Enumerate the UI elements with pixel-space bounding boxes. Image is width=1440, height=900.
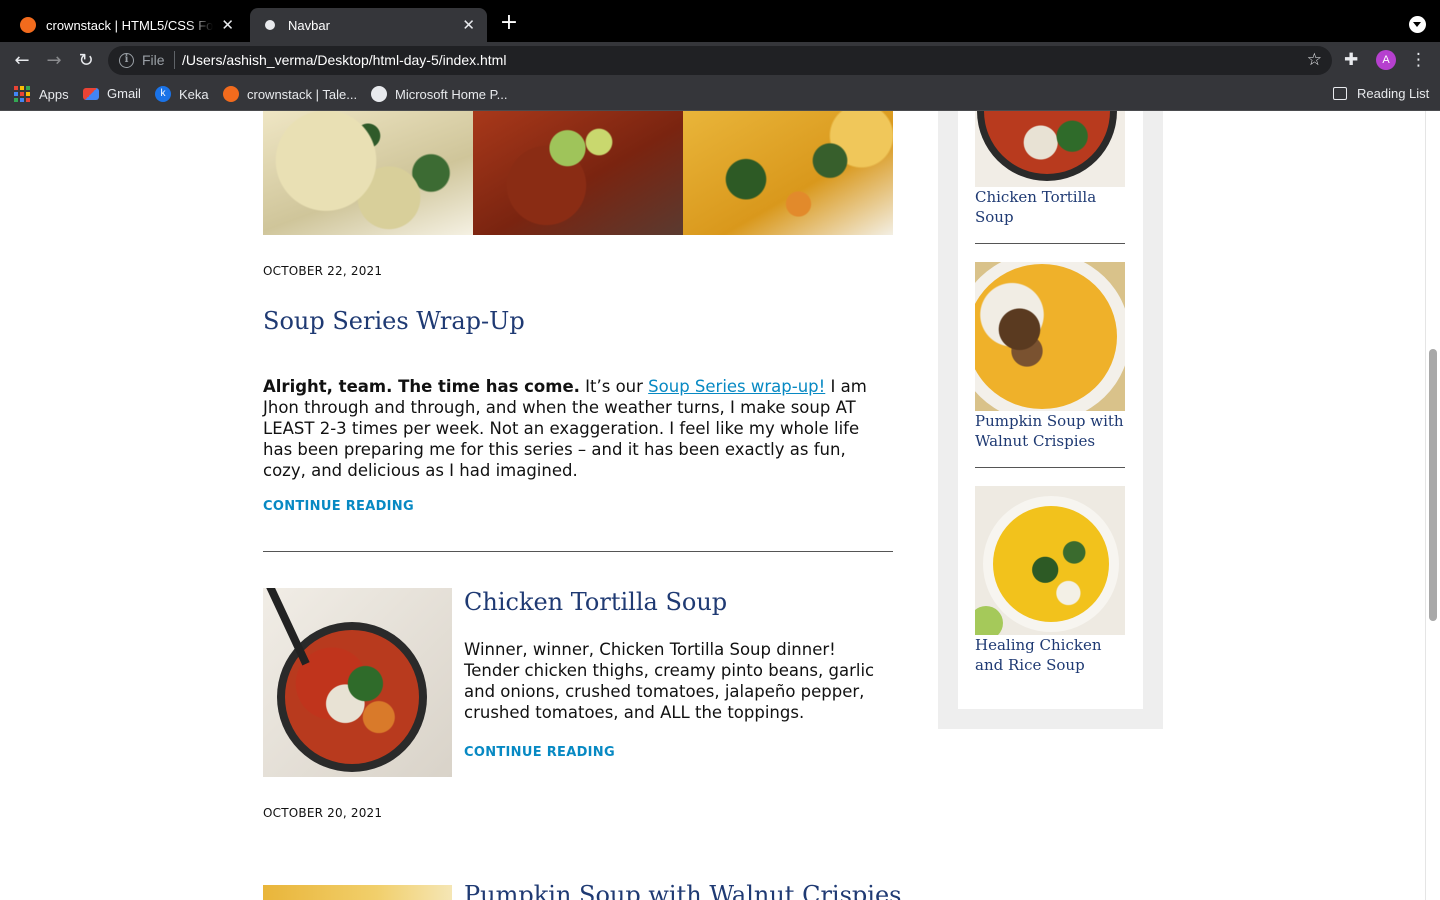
post-date: OCTOBER 20, 2021	[263, 806, 383, 820]
sidebar-item-chicken-tortilla[interactable]: Chicken Tortilla Soup	[975, 187, 1125, 227]
globe-icon	[371, 86, 387, 102]
bookmarks-bar: Apps Gmail k Keka crownstack | Tale... M…	[0, 79, 1440, 111]
sidebar-thumb-chicken-tortilla[interactable]	[975, 111, 1125, 187]
bookmark-label: Keka	[179, 86, 209, 102]
page-scrollbar-thumb[interactable]	[1429, 349, 1437, 621]
bookmark-label: Apps	[39, 86, 69, 102]
crownstack-icon	[20, 17, 36, 33]
url-text[interactable]: /Users/ashish_verma/Desktop/html-day-5/i…	[182, 52, 506, 68]
new-tab-button[interactable]: +	[498, 12, 520, 34]
close-tab-icon[interactable]: ✕	[462, 16, 475, 34]
sidebar-divider	[975, 243, 1125, 244]
extensions-puzzle-icon[interactable]: ✚	[1344, 50, 1364, 70]
post-intro-text: It’s our	[579, 377, 649, 396]
sidebar-thumb-healing-chicken[interactable]	[975, 486, 1125, 635]
hero-image-strip[interactable]	[263, 111, 893, 235]
close-tab-icon[interactable]: ✕	[221, 16, 234, 34]
profile-avatar[interactable]: A	[1376, 50, 1396, 70]
tab-title: Navbar	[288, 17, 330, 33]
tab-crownstack[interactable]: crownstack | HTML5/CSS For beginners ✕	[8, 8, 246, 42]
bookmark-star-icon[interactable]: ☆	[1307, 50, 1322, 70]
bookmark-microsoft[interactable]: Microsoft Home P...	[371, 86, 507, 102]
back-button[interactable]: ←	[11, 50, 33, 72]
tab-search-icon[interactable]	[1409, 16, 1426, 33]
apps-grid-icon	[14, 86, 30, 102]
keka-icon: k	[155, 86, 171, 102]
soup-image-chili	[473, 111, 683, 235]
continue-reading-link[interactable]: CONTINUE READING	[464, 745, 615, 760]
tab-strip: crownstack | HTML5/CSS For beginners ✕ N…	[0, 0, 1440, 42]
bookmark-crownstack[interactable]: crownstack | Tale...	[223, 86, 357, 102]
bookmark-label: Gmail	[107, 86, 141, 101]
soup-series-link[interactable]: Soup Series wrap-up!	[648, 377, 825, 396]
tab-title: crownstack | HTML5/CSS For beginners	[46, 17, 214, 33]
gmail-icon	[83, 87, 99, 100]
browser-menu-icon[interactable]: ⋮	[1410, 50, 1427, 70]
pumpkin-soup-thumbnail[interactable]	[263, 885, 452, 900]
address-separator	[174, 51, 175, 69]
bookmark-gmail[interactable]: Gmail	[83, 86, 141, 101]
address-bar[interactable]: i File /Users/ashish_verma/Desktop/html-…	[108, 46, 1332, 75]
chicken-tortilla-thumbnail[interactable]	[263, 588, 452, 777]
forward-button[interactable]: →	[43, 50, 65, 72]
post-title[interactable]: Soup Series Wrap-Up	[263, 307, 525, 335]
scheme-label: File	[142, 52, 165, 68]
post-intro-bold: Alright, team. The time has come.	[263, 377, 580, 396]
bookmark-keka[interactable]: k Keka	[155, 86, 209, 102]
crownstack-icon	[223, 86, 239, 102]
continue-reading-link[interactable]: CONTINUE READING	[263, 499, 414, 514]
post-title[interactable]: Pumpkin Soup with Walnut Crispies	[464, 881, 901, 900]
browser-toolbar: ← → ↻ i File /Users/ashish_verma/Desktop…	[0, 42, 1440, 79]
tab-navbar[interactable]: Navbar ✕	[250, 8, 487, 42]
sidebar-thumb-pumpkin[interactable]	[975, 262, 1125, 411]
bookmark-label: crownstack | Tale...	[247, 86, 358, 102]
bookmark-apps[interactable]: Apps	[14, 86, 69, 102]
post-divider	[263, 551, 893, 552]
info-icon[interactable]: i	[119, 53, 134, 68]
post-date: OCTOBER 22, 2021	[263, 264, 383, 278]
globe-icon	[262, 17, 278, 33]
reload-button[interactable]: ↻	[75, 50, 97, 72]
page-viewport: OCTOBER 22, 2021 Soup Series Wrap-Up Alr…	[0, 111, 1440, 900]
sidebar-item-pumpkin[interactable]: Pumpkin Soup with Walnut Crispies	[975, 411, 1125, 451]
post-title[interactable]: Chicken Tortilla Soup	[464, 588, 727, 616]
post-excerpt: Alright, team. The time has come. It’s o…	[263, 376, 893, 481]
sidebar-divider	[975, 467, 1125, 468]
reading-list-button[interactable]: Reading List	[1333, 86, 1429, 101]
sidebar-item-healing-chicken[interactable]: Healing Chicken and Rice Soup	[975, 635, 1125, 675]
reading-list-icon	[1333, 87, 1347, 100]
bookmark-label: Microsoft Home P...	[395, 86, 508, 102]
soup-image-curry	[683, 111, 893, 235]
reading-list-label: Reading List	[1357, 86, 1430, 101]
post-excerpt: Winner, winner, Chicken Tortilla Soup di…	[464, 640, 875, 722]
soup-image-white-bean	[263, 111, 473, 235]
